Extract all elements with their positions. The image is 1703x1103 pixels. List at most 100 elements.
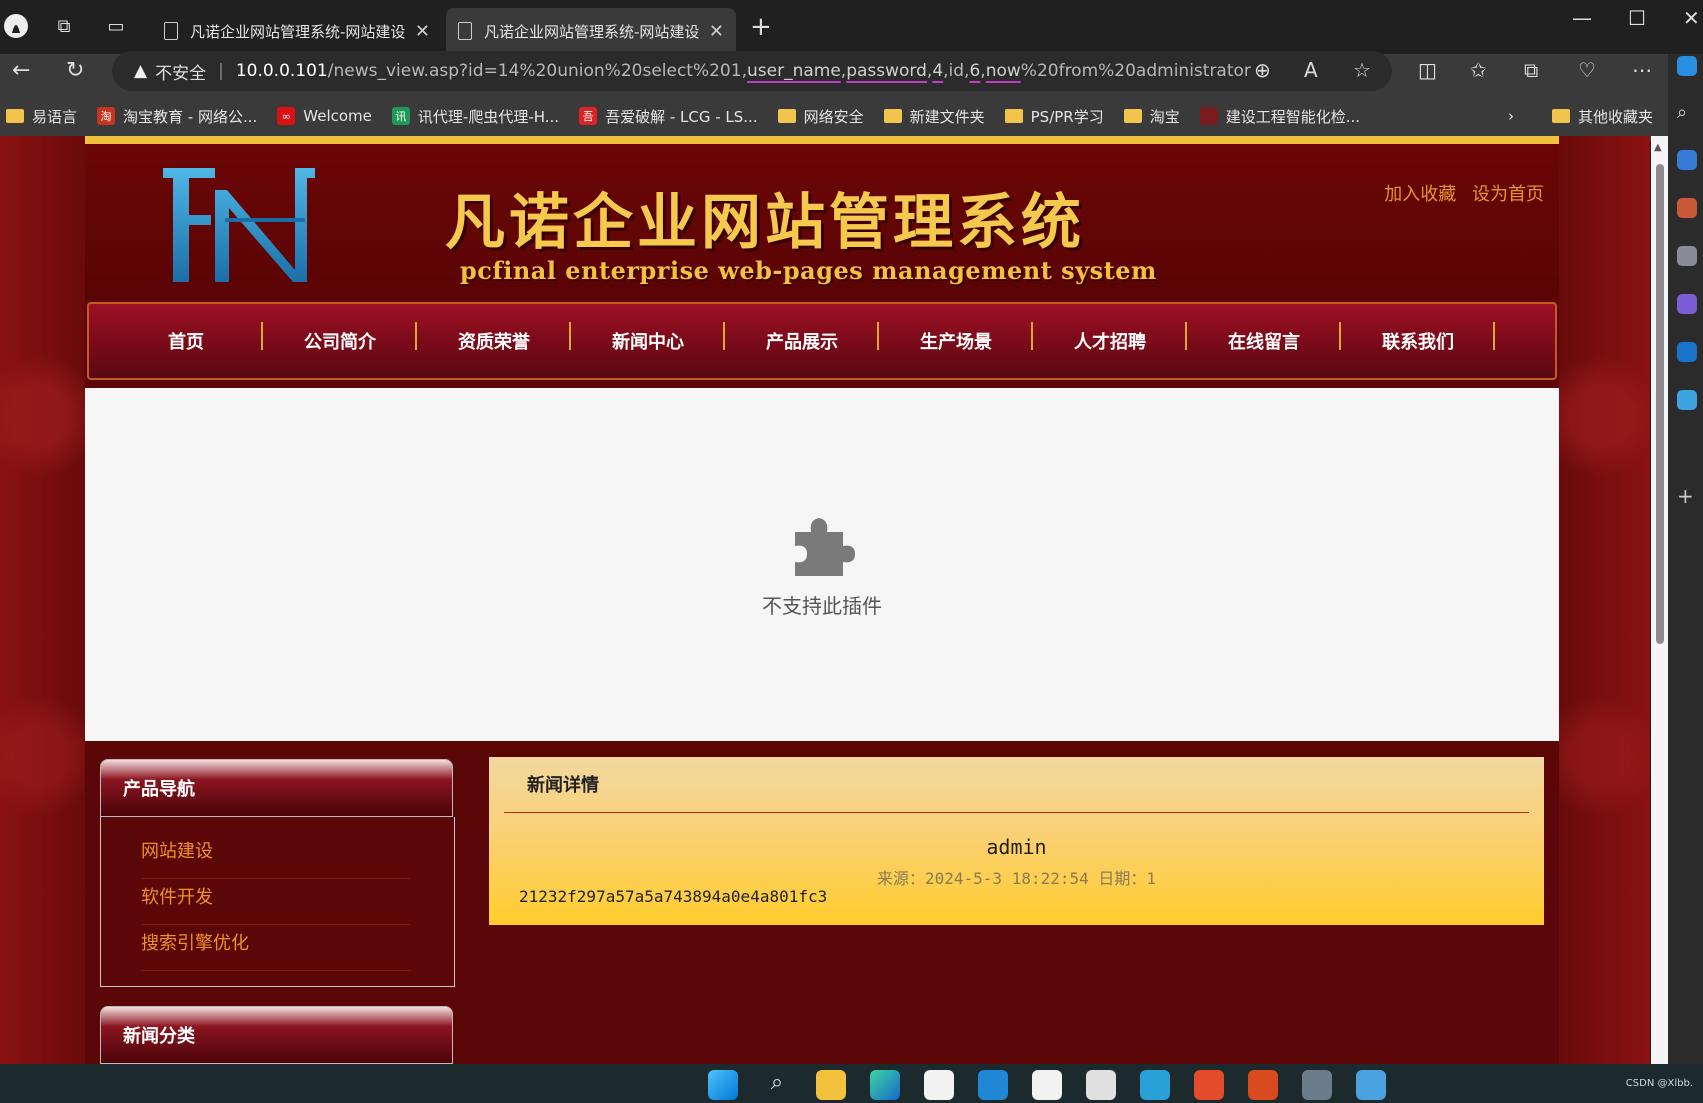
nav-jobs[interactable]: 人才招聘 xyxy=(1033,322,1187,354)
nav-products[interactable]: 产品展示 xyxy=(725,322,879,354)
news-category-header: 新闻分类 xyxy=(100,1006,453,1064)
new-tab-icon[interactable]: + xyxy=(750,12,772,42)
news-divider xyxy=(504,812,1529,813)
bookmarks-overflow-icon[interactable]: › xyxy=(1508,107,1514,125)
main-nav: 首页 公司简介 资质荣誉 新闻中心 产品展示 生产场景 人才招聘 在线留言 联系… xyxy=(87,302,1557,380)
add-favorite-link[interactable]: 加入收藏 xyxy=(1384,184,1456,205)
bookmark-item[interactable]: 淘淘宝教育 - 网络公... xyxy=(97,106,257,127)
profile-icon[interactable] xyxy=(2,12,30,40)
favorite-star-icon[interactable]: ☆ xyxy=(1353,58,1371,82)
bookmarks-bar: 易语言 淘淘宝教育 - 网络公... ∞ Welcome 讯讯代理-爬虫代理-H.… xyxy=(0,98,1703,134)
nav-about[interactable]: 公司简介 xyxy=(263,322,417,354)
collections-icon[interactable]: ⧉ xyxy=(1524,58,1538,82)
url-path: ,id, xyxy=(943,61,970,81)
favorites-icon[interactable]: ✩ xyxy=(1470,58,1487,82)
search-icon[interactable]: ⌕ xyxy=(1677,102,1697,123)
browser-essentials-icon[interactable]: ♡ xyxy=(1578,58,1596,82)
news-meta: 来源：2024-5-3 18:22:54 日期：1 xyxy=(876,869,1157,888)
page-icon xyxy=(458,22,472,40)
read-aloud-icon[interactable]: A xyxy=(1304,58,1318,82)
start-icon[interactable] xyxy=(708,1070,738,1100)
address-bar[interactable]: ▲ 不安全 | 10.0.0.101/news_view.asp?id=14%2… xyxy=(112,51,1392,91)
tab-label: 凡诺企业网站管理系统-网站建设 xyxy=(484,22,699,41)
refresh-icon[interactable]: ↻ xyxy=(66,58,84,83)
file-explorer-icon[interactable] xyxy=(816,1070,846,1100)
folder-icon xyxy=(883,109,902,123)
ev-recorder-icon[interactable] xyxy=(1086,1070,1116,1100)
bookmark-item[interactable]: 易语言 xyxy=(6,106,77,127)
close-window-icon[interactable]: ✕ xyxy=(1683,6,1700,30)
nav-message[interactable]: 在线留言 xyxy=(1187,322,1341,354)
send-icon[interactable] xyxy=(1677,390,1697,410)
add-sidebar-app-icon[interactable]: + xyxy=(1677,484,1697,508)
product-nav-header: 产品导航 xyxy=(100,759,453,817)
warning-icon: ▲ xyxy=(134,61,148,81)
site-title-cn: 凡诺企业网站管理系统 xyxy=(445,188,1085,258)
copilot-icon[interactable] xyxy=(1677,56,1697,76)
search-icon[interactable]: ⌕ xyxy=(762,1070,792,1100)
qq-icon[interactable] xyxy=(1032,1070,1062,1100)
url-path: %20from%20administrator xyxy=(1020,61,1251,81)
url-highlight: 4 xyxy=(932,61,944,81)
web-viewport: 凡诺企业网站管理系统 pcfinal enterprise web-pages … xyxy=(0,136,1650,1064)
bookmark-item[interactable]: 吾吾爱破解 - LCG - LS... xyxy=(579,106,758,127)
other-bookmarks[interactable]: 其他收藏夹 xyxy=(1551,106,1653,127)
vscode-icon[interactable] xyxy=(978,1070,1008,1100)
bookmark-item[interactable]: PS/PR学习 xyxy=(1004,106,1104,127)
tab-2-active[interactable]: 凡诺企业网站管理系统-网站建设 ✕ xyxy=(446,8,736,54)
zoom-icon[interactable]: ⊕ xyxy=(1254,58,1271,82)
header-links: 加入收藏 设为首页 xyxy=(1374,180,1544,206)
security-label[interactable]: 不安全 xyxy=(155,59,206,84)
bookmark-label: 淘宝 xyxy=(1149,107,1180,126)
nav-production[interactable]: 生产场景 xyxy=(879,322,1033,354)
bookmark-item[interactable]: 新建文件夹 xyxy=(883,106,985,127)
taobao-edu-icon: 淘 xyxy=(97,107,116,125)
outlook-icon[interactable] xyxy=(1677,342,1697,362)
bookmark-item[interactable]: 建设工程智能化检... xyxy=(1199,106,1360,127)
edge-icon[interactable] xyxy=(870,1070,900,1100)
games-icon[interactable] xyxy=(1677,246,1697,266)
bookmark-item[interactable]: 网络安全 xyxy=(777,106,864,127)
minimize-icon[interactable]: — xyxy=(1572,6,1592,30)
tab-close-icon[interactable]: ✕ xyxy=(415,21,430,42)
bookmark-item[interactable]: 淘宝 xyxy=(1123,106,1180,127)
split-screen-icon[interactable]: ◫ xyxy=(1418,58,1437,82)
product-link-software[interactable]: 软件开发 xyxy=(141,879,411,925)
bookmark-item[interactable]: 讯讯代理-爬虫代理-H... xyxy=(391,106,559,127)
xmind-icon[interactable] xyxy=(1194,1070,1224,1100)
typora-icon[interactable] xyxy=(924,1070,954,1100)
tab-1[interactable]: 凡诺企业网站管理系统-网站建设 ✕ xyxy=(152,8,442,54)
m365-icon[interactable] xyxy=(1677,294,1697,314)
windows-taskbar: ⌕ CSDN @Xlbb. xyxy=(0,1064,1703,1103)
tab-actions-icon[interactable]: ▭ xyxy=(102,12,130,40)
scroll-thumb[interactable] xyxy=(1656,164,1664,644)
url-highlight: 6 xyxy=(969,61,981,81)
back-icon[interactable]: ← xyxy=(12,58,30,83)
maximize-icon[interactable]: ☐ xyxy=(1628,6,1646,30)
site-container: 凡诺企业网站管理系统 pcfinal enterprise web-pages … xyxy=(85,136,1559,1064)
nav-news[interactable]: 新闻中心 xyxy=(571,322,725,354)
news-detail-heading: 新闻详情 xyxy=(527,775,599,796)
workspaces-icon[interactable]: ⧉ xyxy=(50,12,78,40)
notepad-icon[interactable] xyxy=(1356,1070,1386,1100)
burp-icon[interactable] xyxy=(1248,1070,1278,1100)
product-link-seo[interactable]: 搜索引擎优化 xyxy=(141,925,411,971)
product-link-web[interactable]: 网站建设 xyxy=(141,833,411,879)
xdaili-icon: 讯 xyxy=(391,107,410,125)
product-nav-list: 网站建设 软件开发 搜索引擎优化 xyxy=(100,817,455,987)
shopping-tag-icon[interactable] xyxy=(1677,150,1697,170)
page-icon xyxy=(164,22,178,40)
page-scrollbar[interactable]: ▲ xyxy=(1651,136,1668,1064)
nav-home[interactable]: 首页 xyxy=(109,322,263,354)
tools-icon[interactable] xyxy=(1677,198,1697,218)
bookmark-item[interactable]: ∞ Welcome xyxy=(277,107,372,125)
nav-honors[interactable]: 资质荣誉 xyxy=(417,322,571,354)
more-menu-icon[interactable]: ⋯ xyxy=(1632,58,1652,82)
tab-close-icon[interactable]: ✕ xyxy=(709,21,724,42)
settings-icon[interactable] xyxy=(1302,1070,1332,1100)
news-content: 21232f297a57a5a743894a0e4a801fc3 xyxy=(519,887,828,906)
set-homepage-link[interactable]: 设为首页 xyxy=(1472,184,1544,205)
vmware-icon[interactable] xyxy=(1140,1070,1170,1100)
scroll-up-arrow-icon[interactable]: ▲ xyxy=(1654,142,1662,153)
nav-contact[interactable]: 联系我们 xyxy=(1341,322,1495,354)
